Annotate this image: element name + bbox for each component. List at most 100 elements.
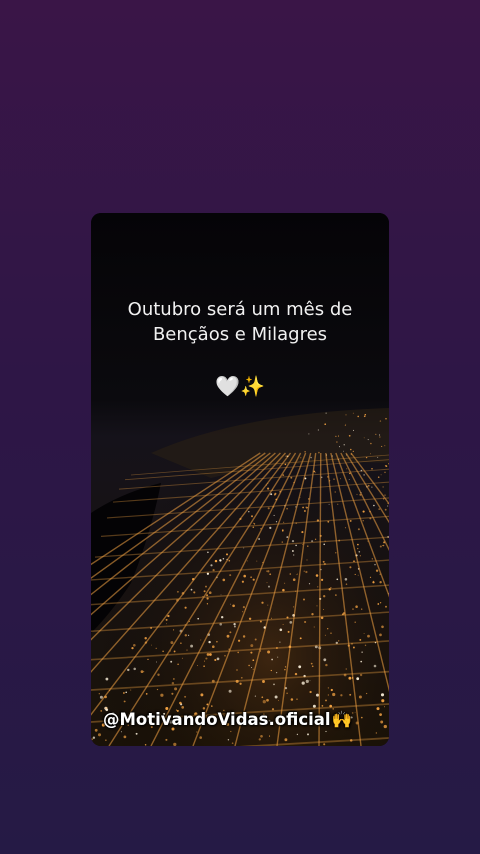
city-light-dot — [355, 605, 358, 608]
city-light-dot — [170, 660, 173, 663]
city-light-dot — [335, 435, 337, 438]
white-heart-icon: 🤍 — [215, 374, 240, 398]
city-light-dot — [131, 646, 134, 650]
city-light-dot — [228, 689, 232, 693]
city-light-dot — [357, 574, 359, 576]
city-light-dot — [302, 598, 306, 601]
city-light-dot — [267, 487, 270, 490]
city-light-dot — [281, 529, 284, 531]
city-light-dot — [336, 578, 339, 581]
city-light-dot — [242, 611, 244, 613]
city-light-dot — [295, 544, 297, 547]
city-light-dot — [315, 693, 320, 697]
city-light-dot — [340, 694, 343, 697]
city-light-dot — [352, 608, 354, 610]
city-light-dot — [320, 578, 324, 582]
city-light-dot — [335, 552, 337, 554]
city-light-dot — [252, 659, 255, 662]
city-light-dot — [286, 507, 288, 510]
city-light-dot — [307, 545, 309, 547]
city-light-dot — [173, 650, 176, 653]
city-light-dot — [311, 665, 314, 668]
city-light-dot — [323, 608, 325, 610]
city-light-dot — [369, 576, 372, 578]
city-light-dot — [318, 451, 320, 454]
city-light-dot — [284, 463, 287, 466]
caption-line-2: Bençãos e Milagres — [152, 324, 328, 345]
city-light-dot — [317, 429, 320, 431]
city-light-dot — [208, 640, 211, 644]
city-light-dot — [330, 688, 333, 692]
city-light-dot — [299, 637, 302, 640]
city-light-dot — [289, 621, 293, 624]
city-light-dot — [356, 677, 360, 681]
city-light-dot — [364, 413, 367, 416]
city-light-dot — [226, 634, 230, 638]
city-light-dot — [357, 547, 359, 550]
city-light-dot — [261, 601, 264, 604]
city-light-dot — [177, 663, 179, 666]
city-light-dot — [206, 594, 209, 597]
city-light-dot — [222, 578, 226, 582]
city-light-dot — [382, 544, 385, 547]
city-light-dot — [269, 526, 272, 529]
city-light-dot — [361, 651, 363, 653]
city-light-dot — [147, 658, 149, 661]
city-light-dot — [267, 507, 270, 510]
city-light-dot — [277, 700, 279, 701]
city-light-dot — [184, 695, 187, 698]
city-light-dot — [370, 442, 372, 445]
city-light-dot — [266, 582, 268, 584]
city-light-dot — [100, 710, 103, 712]
city-light-dot — [180, 642, 182, 645]
city-light-dot — [370, 453, 372, 455]
city-light-dot — [284, 738, 288, 742]
city-light-dot — [304, 620, 307, 624]
watermark-handle-text: @MotivandoVidas.oficial — [103, 710, 331, 729]
city-light-dot — [308, 433, 310, 435]
city-light-dot — [376, 707, 380, 711]
city-light-dot — [160, 693, 164, 697]
city-light-dot — [375, 732, 377, 734]
city-light-dot — [176, 590, 179, 593]
city-light-dot — [204, 660, 205, 662]
city-light-dot — [363, 633, 365, 635]
city-light-dot — [372, 580, 374, 582]
city-light-dot — [321, 705, 324, 707]
city-light-dot — [334, 491, 336, 493]
city-light-dot — [309, 680, 311, 682]
city-light-dot — [345, 423, 347, 425]
city-light-dot — [291, 550, 294, 552]
city-light-dot — [123, 700, 126, 703]
city-light-dot — [373, 664, 377, 668]
city-light-dot — [229, 603, 231, 605]
city-light-dot — [236, 669, 238, 671]
city-light-dot — [350, 448, 352, 451]
city-light-dot — [360, 716, 363, 719]
city-light-dot — [325, 699, 327, 702]
city-light-dot — [371, 558, 373, 560]
city-light-dot — [230, 730, 232, 733]
city-light-dot — [384, 464, 387, 467]
city-light-dot — [348, 676, 352, 680]
city-light-dot — [379, 420, 382, 422]
city-light-dot — [105, 677, 109, 681]
caption-line-1: Outubro será um mês de — [127, 299, 353, 320]
city-light-dot — [346, 468, 348, 470]
city-light-dot — [363, 437, 365, 439]
city-light-dot — [226, 553, 228, 556]
city-light-dot — [173, 678, 175, 680]
city-light-dot — [190, 644, 194, 648]
city-light-dot — [157, 673, 160, 677]
city-light-dot — [324, 634, 326, 636]
city-light-dot — [344, 424, 346, 427]
city-light-dot — [208, 591, 212, 595]
city-light-dot — [285, 455, 287, 457]
city-light-dot — [260, 734, 263, 738]
story-card[interactable]: Outubro será um mês de Bençãos e Milagre… — [91, 213, 389, 746]
city-light-dot — [273, 683, 275, 686]
city-light-dot — [284, 668, 286, 671]
city-light-dot — [380, 720, 384, 724]
city-light-dot — [323, 743, 326, 746]
city-light-dot — [313, 626, 315, 628]
